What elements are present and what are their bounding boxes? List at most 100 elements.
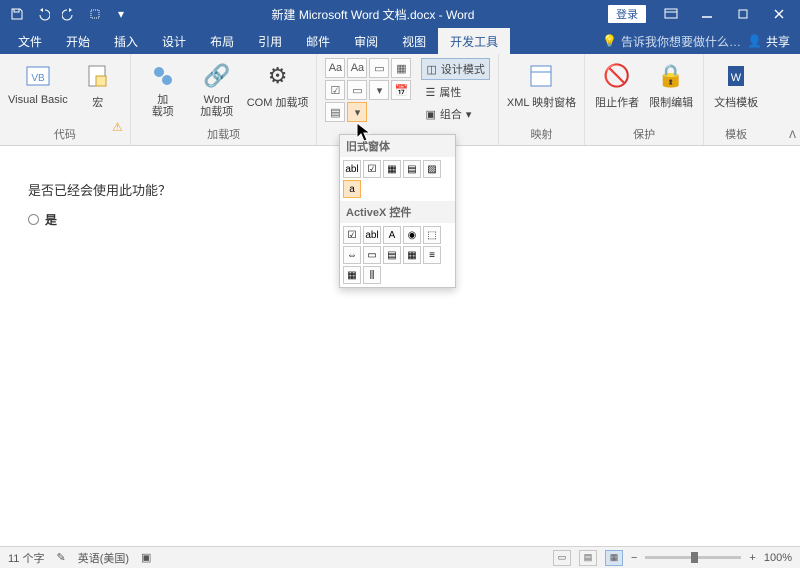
close-button[interactable] — [762, 2, 796, 26]
group-mapping-label: 映射 — [507, 124, 576, 145]
document-template-button[interactable]: W 文档模板 — [712, 58, 760, 110]
tab-home[interactable]: 开始 — [54, 28, 102, 54]
macros-button[interactable]: 宏 — [74, 58, 122, 110]
com-addins-icon: ⚙ — [262, 60, 294, 92]
login-button[interactable]: 登录 — [608, 5, 646, 23]
legacy-shading-icon[interactable]: ▨ — [423, 160, 441, 178]
redo-icon[interactable] — [58, 3, 80, 25]
spell-check-icon[interactable]: ✎ — [56, 551, 65, 564]
zoom-in-button[interactable]: + — [749, 552, 755, 564]
undo-icon[interactable] — [32, 3, 54, 25]
zoom-slider-thumb[interactable] — [691, 552, 698, 563]
checkbox-control-icon[interactable]: ☑ — [325, 80, 345, 100]
language-indicator[interactable]: 英语(美国) — [78, 550, 129, 566]
quick-access-toolbar: ▾ — [0, 3, 138, 25]
visual-basic-icon: VB — [22, 60, 54, 92]
restrict-editing-icon: 🔒 — [655, 60, 687, 92]
dropdown-control-icon[interactable]: ▾ — [369, 80, 389, 100]
rich-text-control-icon[interactable]: Aa — [325, 58, 345, 78]
properties-icon: ☰ — [425, 86, 435, 99]
ax-listbox-icon[interactable]: ▤ — [383, 246, 401, 264]
visual-basic-button[interactable]: VB Visual Basic — [8, 58, 68, 106]
design-mode-icon: ◫ — [426, 63, 436, 76]
legacy-tools-dropdown: 旧式窗体 abl ☑ ▦ ▤ ▨ a ActiveX 控件 ☑ abl A ◉ … — [339, 134, 456, 288]
save-icon[interactable] — [6, 3, 28, 25]
legacy-reset-icon[interactable]: a — [343, 180, 361, 198]
title-bar: ▾ 新建 Microsoft Word 文档.docx - Word 登录 — [0, 0, 800, 28]
tab-insert[interactable]: 插入 — [102, 28, 150, 54]
legacy-tools-button[interactable]: ▾ — [347, 102, 367, 122]
group-addins-label: 加载项 — [139, 124, 309, 145]
minimize-button[interactable] — [690, 2, 724, 26]
print-layout-icon[interactable]: ▤ — [579, 550, 597, 566]
tab-developer[interactable]: 开发工具 — [438, 28, 510, 54]
macros-icon — [82, 60, 114, 92]
ax-more-icon[interactable]: ⫼ — [363, 266, 381, 284]
com-addins-button[interactable]: ⚙ COM 加载项 — [247, 58, 309, 110]
svg-text:W: W — [731, 72, 742, 84]
document-template-icon: W — [720, 60, 752, 92]
properties-button[interactable]: ☰ 属性 — [421, 82, 489, 102]
activex-grid: ☑ abl A ◉ ⬚ ⇔ ▭ ▤ ▦ ≡ ▦ ⫼ — [340, 223, 455, 287]
radio-icon[interactable] — [28, 214, 39, 225]
zoom-level[interactable]: 100% — [764, 552, 792, 564]
xml-mapping-button[interactable]: XML 映射窗格 — [507, 58, 576, 110]
ribbon-display-icon[interactable] — [654, 2, 688, 26]
ax-checkbox-icon[interactable]: ☑ — [343, 226, 361, 244]
zoom-slider[interactable] — [645, 556, 741, 559]
legacy-forms-header: 旧式窗体 — [340, 135, 455, 157]
addins-button[interactable]: 加载项 — [139, 58, 187, 118]
word-count[interactable]: 11 个字 — [8, 550, 44, 566]
legacy-checkbox-icon[interactable]: ☑ — [363, 160, 381, 178]
word-addins-button[interactable]: 🔗 Word加载项 — [193, 58, 241, 118]
macro-record-icon[interactable]: ▣ — [141, 551, 151, 564]
design-mode-button[interactable]: ◫ 设计模式 — [421, 58, 489, 80]
ax-combobox-icon[interactable]: ▦ — [403, 246, 421, 264]
tab-mailings[interactable]: 邮件 — [294, 28, 342, 54]
group-templates: W 文档模板 模板 — [704, 54, 768, 145]
window-title: 新建 Microsoft Word 文档.docx - Word — [138, 6, 608, 23]
ax-toggle-icon[interactable]: ≡ — [423, 246, 441, 264]
ax-button-icon[interactable]: ▭ — [363, 246, 381, 264]
repeating-section-control-icon[interactable]: ▤ — [325, 102, 345, 122]
zoom-out-button[interactable]: − — [631, 552, 637, 564]
group-mapping: XML 映射窗格 映射 — [499, 54, 585, 145]
ax-spin-icon[interactable]: ▦ — [343, 266, 361, 284]
web-layout-icon[interactable]: ▦ — [605, 550, 623, 566]
group-control-button[interactable]: ▣ 组合▾ — [421, 104, 489, 124]
date-picker-control-icon[interactable]: 📅 — [391, 80, 411, 100]
block-authors-button[interactable]: 🚫 阻止作者 — [593, 58, 641, 110]
ax-option-icon[interactable]: ◉ — [403, 226, 421, 244]
ax-image-icon[interactable]: ⬚ — [423, 226, 441, 244]
restrict-editing-button[interactable]: 🔒 限制编辑 — [647, 58, 695, 110]
repeat-icon[interactable] — [84, 3, 106, 25]
ax-label-icon[interactable]: A — [383, 226, 401, 244]
tab-file[interactable]: 文件 — [6, 28, 54, 54]
tell-me-search[interactable]: 💡 告诉我你想要做什么… — [602, 33, 741, 50]
tab-references[interactable]: 引用 — [246, 28, 294, 54]
xml-mapping-icon — [525, 60, 557, 92]
plain-text-control-icon[interactable]: Aa — [347, 58, 367, 78]
legacy-dropdown-icon[interactable]: ▦ — [383, 160, 401, 178]
read-mode-icon[interactable]: ▭ — [553, 550, 571, 566]
building-block-control-icon[interactable]: ▦ — [391, 58, 411, 78]
combo-box-control-icon[interactable]: ▭ — [347, 80, 367, 100]
addins-icon — [147, 60, 179, 92]
tab-layout[interactable]: 布局 — [198, 28, 246, 54]
ax-textbox-icon[interactable]: abl — [363, 226, 381, 244]
legacy-text-field-icon[interactable]: abl — [343, 160, 361, 178]
group-controls: Aa Aa ▭ ▦ ☑ ▭ ▾ 📅 ▤ ▾ ◫ — [317, 54, 498, 145]
share-icon: 👤 — [747, 34, 762, 48]
tell-me-placeholder: 告诉我你想要做什么… — [621, 33, 741, 50]
qat-customize-icon[interactable]: ▾ — [110, 3, 132, 25]
legacy-forms-grid: abl ☑ ▦ ▤ ▨ a — [340, 157, 455, 201]
ax-scrollbar-icon[interactable]: ⇔ — [343, 246, 361, 264]
tab-design[interactable]: 设计 — [150, 28, 198, 54]
tab-view[interactable]: 视图 — [390, 28, 438, 54]
collapse-ribbon-icon[interactable]: ᐱ — [789, 130, 796, 141]
tab-review[interactable]: 审阅 — [342, 28, 390, 54]
share-button[interactable]: 👤 共享 — [747, 33, 790, 50]
legacy-frame-icon[interactable]: ▤ — [403, 160, 421, 178]
maximize-button[interactable] — [726, 2, 760, 26]
picture-control-icon[interactable]: ▭ — [369, 58, 389, 78]
